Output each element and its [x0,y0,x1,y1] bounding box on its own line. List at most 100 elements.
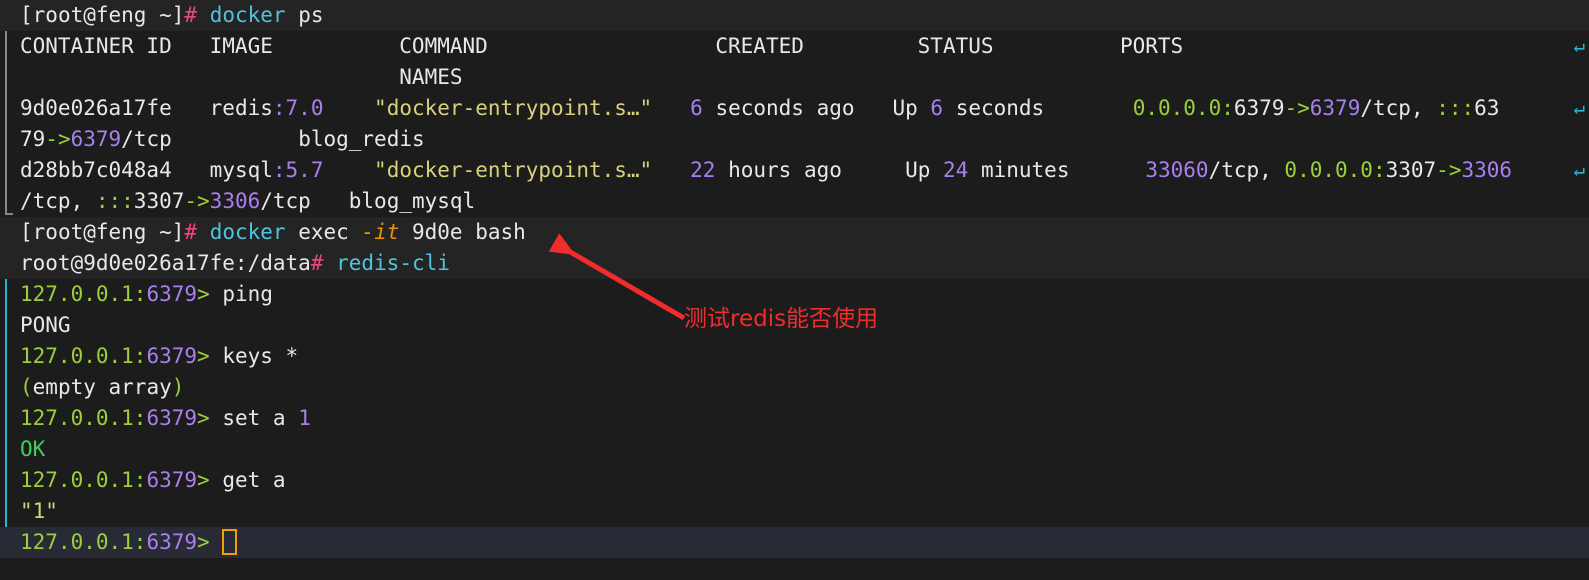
redis-ports-ip: 0.0.0.0 [1132,96,1222,120]
redis-prompt-port: 6379 [146,406,198,430]
terminal-line-prompt-docker-exec: [root@feng ~]# docker exec -it 9d0e bash [0,217,1589,248]
terminal-line-prompt-docker-ps: [root@feng ~]# docker ps [0,0,1589,31]
redis-wrap-target: 6379 [70,127,122,151]
mysql-image-tag: 5.7 [285,158,324,182]
redis-ports-v6-num: 63 [1474,96,1500,120]
terminal-line-names-header: NAMES [0,62,1589,93]
prompt-bracket-open: [ [20,220,33,244]
redis-image-name: redis [209,96,273,120]
redis-prompt-host: 127.0.0.1 [20,406,134,430]
redis-image-colon: : [272,96,286,120]
mysql-container-name: blog_mysql [348,189,476,213]
redis-prompt-host: 127.0.0.1 [20,530,134,554]
redis-prompt-gt: > [197,530,210,554]
mysql-image-colon: : [272,158,286,182]
docker-ps-names-header: NAMES [20,65,463,89]
redis-wrap-proto: /tcp [121,127,172,151]
mysql-container-id: d28bb7c048a4 [20,158,172,182]
redis-prompt-colon: : [133,406,147,430]
terminal-window[interactable]: [root@feng ~]# docker ps CONTAINER ID IM… [0,0,1589,580]
redis-status-rest: seconds [943,96,1045,120]
terminal-line-redis-get: 127.0.0.1:6379> get a [0,465,1589,496]
prompt-bracket-close: ] [171,220,185,244]
mysql-ports-colon: : [1372,158,1386,182]
mysql-status-rest: minutes [968,158,1070,182]
redis-output-value: "1" [20,499,58,523]
table-row-redis: 9d0e026a17fe redis:7.0 "docker-entrypoin… [0,93,1589,124]
mysql-ports-containerport: 3306 [1461,158,1513,182]
prompt-user-host: root@feng ~ [32,3,172,27]
terminal-line-redis-keys: 127.0.0.1:6379> keys * [0,341,1589,372]
terminal-line-prompt-redis-cli: root@9d0e026a17fe:/data# redis-cli [0,248,1589,279]
command-docker: docker [209,220,286,244]
redis-set-value: 1 [298,406,311,430]
docker-ps-headers: CONTAINER ID IMAGE COMMAND CREATED STATU… [20,34,1184,58]
terminal-line-output-ok: OK [0,434,1589,465]
table-row-redis-wrap: 79->6379/tcp blog_redis [0,124,1589,155]
command-redis-cli: redis-cli [336,251,450,275]
redis-command-get: get a [209,468,286,492]
mysql-wrap-proto2: /tcp [260,189,311,213]
mysql-created-rest: hours ago [715,158,842,182]
redis-prompt-host: 127.0.0.1 [20,344,134,368]
terminal-line-output-value: "1" [0,496,1589,527]
redis-ports-proto: /tcp, [1360,96,1437,120]
redis-container-id: 9d0e026a17fe [20,96,172,120]
redis-prompt-gt: > [197,282,210,306]
redis-created-num: 6 [690,96,703,120]
terminal-line-table-headers: CONTAINER ID IMAGE COMMAND CREATED STATU… [0,31,1589,62]
redis-wrap-port: 79 [20,127,46,151]
mysql-status-up: Up [905,158,944,182]
redis-ports-arrow: -> [1284,96,1310,120]
table-row-mysql-wrap: /tcp, :::3307->3306/tcp blog_mysql [0,186,1589,217]
mysql-status-num: 24 [943,158,969,182]
mysql-wrap-arrow: -> [184,189,210,213]
redis-prompt-host: 127.0.0.1 [20,468,134,492]
line-wrap-icon: ↵ [1573,97,1585,119]
command-args: ps [285,3,324,27]
redis-status-up: Up [892,96,931,120]
redis-created-rest: seconds ago [702,96,855,120]
redis-prompt-port: 6379 [146,344,198,368]
redis-prompt-gt: > [197,406,210,430]
prompt-bracket-open: [ [20,3,33,27]
prompt-user-host: root@feng ~ [32,220,172,244]
redis-prompt-colon: : [133,530,147,554]
output-empty-array-text: empty array [32,375,172,399]
output-paren-open: ( [20,375,33,399]
prompt-hash: # [184,220,198,244]
line-wrap-icon: ↵ [1573,159,1585,181]
mysql-ports-arrow: -> [1436,158,1462,182]
command-docker: docker [209,3,286,27]
redis-prompt-colon: : [133,344,147,368]
redis-command-ping: ping [209,282,273,306]
redis-output-ok: OK [20,437,46,461]
prompt-bracket-close: ] [171,3,185,27]
redis-prompt-colon: : [133,468,147,492]
mysql-ports-ip: 0.0.0.0 [1284,158,1373,182]
redis-prompt-gt: > [197,344,210,368]
redis-prompt-port: 6379 [146,282,198,306]
output-paren-close: ) [171,375,185,399]
container-prompt-user-host-path: root@9d0e026a17fe:/data [20,251,311,275]
mysql-ports-hostport: 3307 [1385,158,1437,182]
terminal-line-active-prompt[interactable]: 127.0.0.1:6379> [0,527,1589,558]
mysql-created-num: 22 [690,158,716,182]
redis-prompt-port: 6379 [146,468,198,492]
mysql-image-name: mysql [209,158,273,182]
terminal-line-redis-set: 127.0.0.1:6379> set a 1 [0,403,1589,434]
redis-ports-colon: : [1221,96,1234,120]
redis-ports-v6: ::: [1436,96,1475,120]
redis-prompt-colon: : [133,282,147,306]
redis-prompt-port: 6379 [146,530,198,554]
redis-command: "docker-entrypoint.s…" [374,96,653,120]
container-prompt-hash: # [310,251,324,275]
command-args-rest: 9d0e bash [399,220,526,244]
redis-ports-hostport: 6379 [1233,96,1285,120]
command-flag-it: -it [361,220,400,244]
mysql-wrap-v6: ::: [95,189,134,213]
redis-command-set: set a [209,406,299,430]
line-wrap-icon: ↵ [1573,35,1585,57]
annotation-caption: 测试redis能否使用 [684,306,879,332]
text-cursor[interactable] [222,529,238,555]
